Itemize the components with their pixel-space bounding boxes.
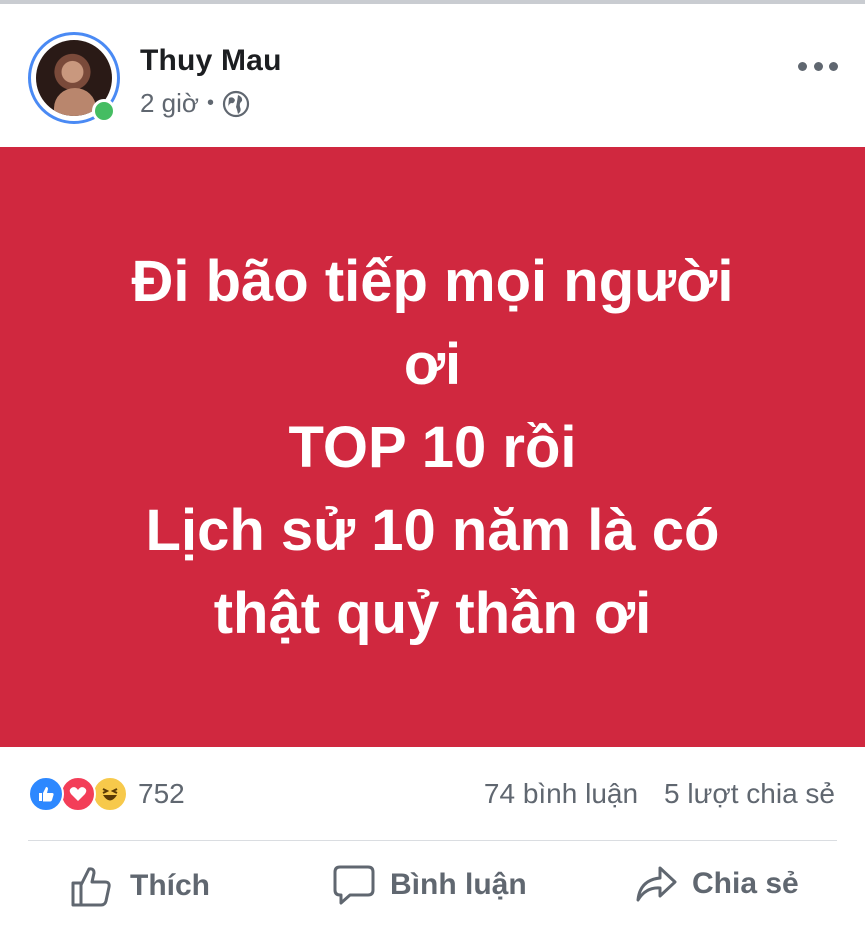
action-divider	[28, 840, 837, 841]
share-count[interactable]: 5 lượt chia sẻ	[664, 778, 835, 810]
haha-reaction-icon	[92, 776, 128, 812]
banner-line: TOP 10 rồi	[288, 414, 577, 480]
like-label: Thích	[130, 869, 210, 902]
comment-label: Bình luận	[390, 868, 527, 901]
online-status-indicator	[92, 99, 116, 123]
globe-icon[interactable]	[222, 90, 250, 118]
like-reaction-icon	[28, 776, 64, 812]
share-arrow-icon	[636, 866, 677, 902]
reactions-summary[interactable]: 752	[28, 776, 185, 812]
post-banner: Đi bão tiếp mọi người ơi TOP 10 rồi Lịch…	[0, 147, 865, 747]
comment-button[interactable]: Bình luận	[332, 864, 527, 906]
banner-line: thật quỷ thần ơi	[213, 580, 652, 646]
reaction-count: 752	[138, 778, 185, 809]
like-button[interactable]: Thích	[70, 864, 210, 908]
post-actions: Thích Bình luận Chia sẻ	[0, 846, 865, 929]
post-meta: 2 giờ •	[140, 88, 250, 119]
love-reaction-icon	[60, 776, 96, 812]
share-label: Chia sẻ	[692, 867, 799, 900]
share-button[interactable]: Chia sẻ	[634, 864, 799, 904]
author-name[interactable]: Thuy Mau	[140, 44, 282, 78]
thumbs-up-icon	[71, 867, 111, 907]
speech-bubble-icon	[333, 865, 375, 905]
post-header: Thuy Mau 2 giờ •	[0, 4, 865, 147]
comment-count[interactable]: 74 bình luận	[484, 778, 638, 810]
banner-line: ơi	[403, 331, 462, 397]
banner-line: Lịch sử 10 năm là có	[145, 497, 720, 563]
banner-line: Đi bão tiếp mọi người	[131, 248, 734, 314]
more-options-icon[interactable]	[798, 56, 838, 76]
post-stats: 752 74 bình luận 5 lượt chia sẻ	[0, 760, 865, 830]
meta-separator: •	[206, 92, 214, 114]
engagement-counts: 74 bình luận 5 lượt chia sẻ	[484, 778, 835, 810]
post-time[interactable]: 2 giờ	[140, 88, 199, 119]
